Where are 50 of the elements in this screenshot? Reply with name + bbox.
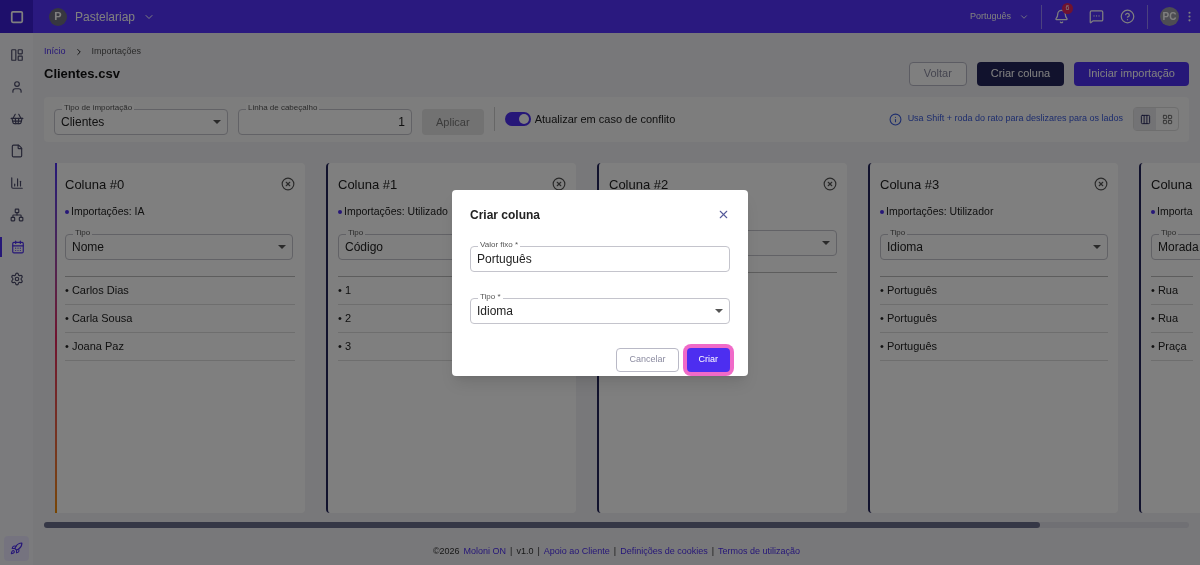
field-value: Português <box>477 250 532 268</box>
column-title: Coluna #3 <box>880 175 940 194</box>
field-label: Linha de cabeçalho <box>246 103 320 113</box>
value-item: • 1 <box>338 283 352 298</box>
footer-text: | <box>711 544 715 558</box>
value-item: • Joana Paz <box>65 339 124 354</box>
page-title: Clientes.csv <box>44 64 120 83</box>
value-item: • Português <box>880 283 938 298</box>
footer-text: | <box>510 544 513 558</box>
footer-text: | <box>537 544 540 558</box>
field-label: Valor fixo * <box>478 239 521 250</box>
company-name: Pastelariap <box>75 8 136 26</box>
toggle-label: Atualizar em caso de conflito <box>534 111 676 127</box>
field-label: Tipo <box>73 227 93 238</box>
field-value: Código <box>345 238 384 256</box>
column-title: Coluna #0 <box>65 175 125 194</box>
value-item: • Português <box>880 339 938 354</box>
field-label: Tipo <box>888 227 908 238</box>
field-label: Tipo <box>1159 227 1179 238</box>
dialog-title: Criar coluna <box>470 206 541 224</box>
column-title: Coluna #1 <box>338 175 398 194</box>
column-title: Coluna #2 <box>609 175 669 194</box>
field-value: Idioma <box>887 238 924 256</box>
field-value: 1 <box>398 114 405 131</box>
column-title: Coluna <box>1151 175 1193 194</box>
source-label: Importações: Utilizado <box>344 204 448 219</box>
value-item: • Carla Sousa <box>65 311 133 326</box>
company-avatar: P <box>49 7 67 26</box>
footer-text: v1.0 <box>516 544 534 558</box>
value-item: • Carlos Dias <box>65 283 129 298</box>
breadcrumb-current: Importações <box>91 45 142 58</box>
field-label: Tipo <box>346 227 366 238</box>
field-label: Tipo * <box>478 291 503 302</box>
value-item: • 2 <box>338 311 352 326</box>
field-label: Tipo de importação <box>62 103 135 113</box>
footer-text: ©2026 <box>432 544 460 558</box>
value-item: • 3 <box>338 339 352 354</box>
value-item: • Português <box>880 311 938 326</box>
source-label: Importações: IA <box>71 204 145 219</box>
footer-text: | <box>613 544 617 558</box>
value-item: • Rua <box>1151 311 1179 326</box>
field-value: Nome <box>72 238 104 256</box>
value-item: • Praça <box>1151 339 1187 354</box>
value-item: • Rua <box>1151 283 1179 298</box>
field-value: Morada <box>1158 238 1199 256</box>
hint-text: Usa Shift + roda do rato para deslizares para os lados <box>907 112 1123 126</box>
source-label: Importa <box>1157 204 1193 219</box>
field-value: Clientes <box>61 114 105 131</box>
field-value: Idioma <box>477 302 514 320</box>
source-label: Importações: Utilizador <box>886 204 994 219</box>
